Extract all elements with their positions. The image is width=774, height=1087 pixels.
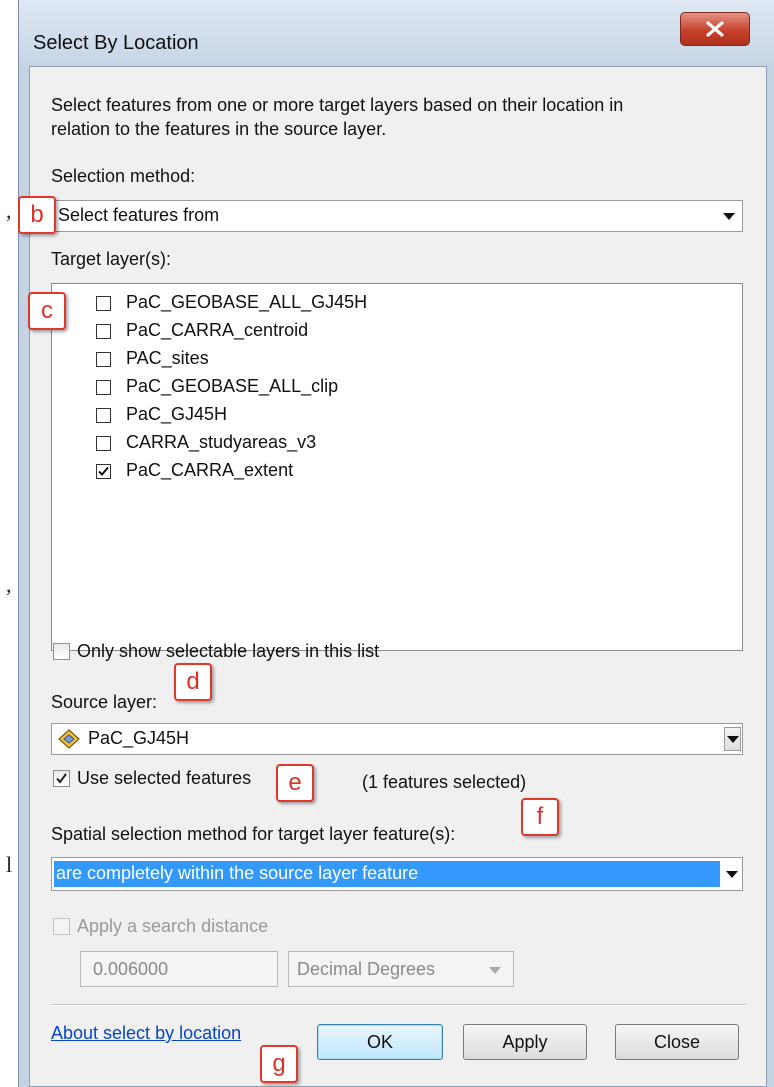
close-x-icon: [706, 21, 724, 37]
close-button[interactable]: Close: [615, 1024, 739, 1060]
annotation-marker-f: f: [521, 798, 559, 836]
distance-unit-value: Decimal Degrees: [297, 959, 436, 979]
ok-button[interactable]: OK: [317, 1024, 443, 1060]
selected-count-text: (1 features selected): [362, 772, 527, 792]
spatial-method-dropdown[interactable]: are completely within the source layer f…: [51, 857, 743, 891]
footer-divider: [50, 1004, 746, 1006]
target-layers-list[interactable]: PaC_GEOBASE_ALL_GJ45H PaC_CARRA_centroid…: [51, 283, 743, 651]
chevron-down-icon: [723, 213, 735, 220]
target-layer-checkbox[interactable]: [96, 324, 111, 339]
target-layer-label: PaC_GJ45H: [126, 404, 228, 424]
dropdown-button[interactable]: [724, 727, 741, 751]
left-edge-strip: , , l: [0, 0, 18, 1087]
annotation-marker-c: c: [28, 292, 66, 330]
dialog-body: Select features from one or more target …: [29, 66, 767, 1087]
description-line-2: relation to the features in the source l…: [51, 119, 387, 139]
only-selectable-checkbox[interactable]: [53, 643, 70, 660]
annotation-marker-e: e: [276, 764, 314, 802]
polygon-layer-icon: [58, 729, 80, 749]
description-line-1: Select features from one or more target …: [51, 95, 624, 115]
stray-mark: ,: [6, 572, 12, 597]
target-layer-checkbox[interactable]: [96, 436, 111, 451]
apply-button[interactable]: Apply: [463, 1024, 587, 1060]
search-distance-input[interactable]: 0.006000: [80, 951, 278, 987]
spatial-method-value: are completely within the source layer f…: [56, 863, 419, 883]
close-window-button[interactable]: [680, 12, 750, 46]
annotation-marker-b: b: [18, 196, 56, 234]
target-layer-checkbox[interactable]: [96, 296, 111, 311]
about-select-by-location-link[interactable]: About select by location: [51, 1023, 241, 1044]
checkmark-icon: [56, 773, 67, 784]
use-selected-label: Use selected features: [77, 768, 252, 788]
target-layer-checkbox[interactable]: [96, 380, 111, 395]
search-distance-checkbox[interactable]: [53, 918, 70, 935]
target-layer-label: PaC_CARRA_centroid: [126, 320, 309, 340]
target-layer-label: CARRA_studyareas_v3: [126, 432, 317, 452]
only-selectable-label: Only show selectable layers in this list: [77, 641, 380, 661]
checkmark-icon: [98, 466, 109, 476]
target-layer-checkbox[interactable]: [96, 352, 111, 367]
stray-mark: l: [6, 852, 13, 877]
title-bar: Select By Location: [19, 0, 774, 64]
selection-method-value: Select features from: [58, 205, 220, 225]
chevron-down-icon: [726, 871, 738, 878]
target-layer-checkbox-checked[interactable]: [96, 464, 111, 479]
spatial-method-label: Spatial selection method for target laye…: [51, 824, 456, 844]
selection-method-label: Selection method:: [51, 166, 196, 186]
source-layer-value: PaC_GJ45H: [88, 728, 190, 748]
chevron-down-icon: [727, 736, 739, 743]
search-distance-value: 0.006000: [93, 959, 169, 979]
source-layer-dropdown[interactable]: PaC_GJ45H: [51, 723, 743, 755]
target-layers-label: Target layer(s):: [51, 249, 172, 269]
source-layer-label: Source layer:: [51, 692, 158, 712]
annotation-marker-g: g: [260, 1045, 298, 1083]
target-layer-label: PAC_sites: [126, 348, 209, 368]
dialog-title: Select By Location: [33, 32, 199, 54]
target-layer-label: PaC_GEOBASE_ALL_clip: [126, 376, 339, 396]
target-layer-label: PaC_CARRA_extent: [126, 460, 294, 480]
target-layer-checkbox[interactable]: [96, 408, 111, 423]
target-layer-label: PaC_GEOBASE_ALL_GJ45H: [126, 292, 368, 312]
distance-unit-dropdown[interactable]: Decimal Degrees: [288, 951, 514, 987]
stray-mark: ,: [6, 198, 12, 223]
annotation-marker-d: d: [174, 663, 212, 701]
selection-method-dropdown[interactable]: Select features from: [51, 200, 743, 232]
select-by-location-dialog: Select By Location Select features from …: [18, 0, 774, 1087]
use-selected-checkbox[interactable]: [53, 770, 70, 787]
chevron-down-icon: [489, 967, 501, 974]
search-distance-label: Apply a search distance: [77, 916, 269, 936]
